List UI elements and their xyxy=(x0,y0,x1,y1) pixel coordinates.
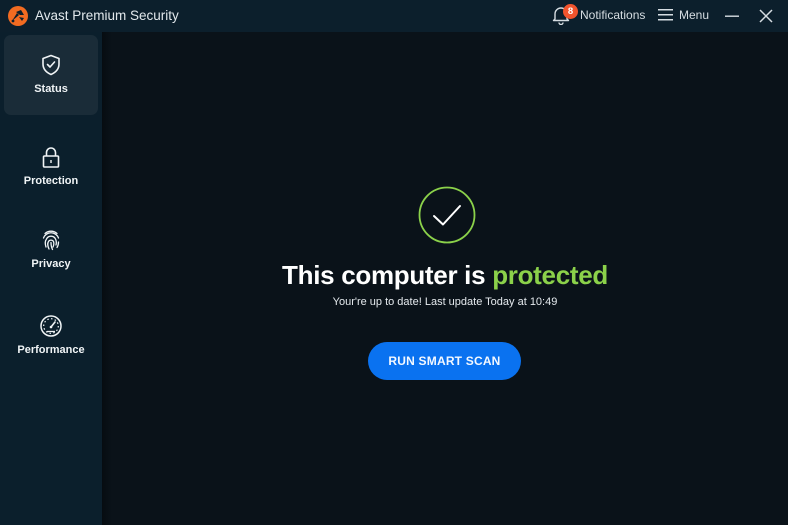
avast-logo-icon xyxy=(8,6,28,26)
notifications-label: Notifications xyxy=(580,8,646,22)
close-button[interactable] xyxy=(755,6,777,26)
close-icon xyxy=(759,9,773,23)
menu-label: Menu xyxy=(679,8,710,22)
shield-check-icon xyxy=(42,54,60,76)
title-bar: Avast Premium Security 8 Notifications M… xyxy=(0,0,788,32)
status-panel: This computer is protected Your're up to… xyxy=(102,32,788,525)
sidebar-item-status[interactable]: Status xyxy=(4,35,98,115)
sidebar-item-label: Performance xyxy=(17,344,85,356)
speedometer-icon xyxy=(40,315,62,337)
minimize-button[interactable] xyxy=(721,6,743,26)
fingerprint-icon xyxy=(42,230,60,251)
run-smart-scan-button[interactable]: RUN SMART SCAN xyxy=(368,342,521,380)
sidebar-item-label: Protection xyxy=(23,175,79,187)
last-update-text: Your're up to date! Last update Today at… xyxy=(332,296,558,308)
hamburger-icon xyxy=(658,9,673,21)
minimize-icon xyxy=(725,15,739,17)
status-headline: This computer is protected xyxy=(102,260,788,291)
protection-status: protected xyxy=(492,260,608,290)
sidebar-item-privacy[interactable]: Privacy xyxy=(4,210,98,290)
sidebar-item-performance[interactable]: Performance xyxy=(4,296,98,376)
sidebar-item-label: Privacy xyxy=(31,258,71,270)
headline-prefix: This computer is xyxy=(282,260,493,290)
bell-icon: 8 xyxy=(552,4,578,26)
notification-count-badge: 8 xyxy=(563,4,578,19)
notifications-button[interactable]: 8 Notifications xyxy=(552,4,646,26)
sidebar-item-label: Status xyxy=(34,83,68,95)
menu-button[interactable]: Menu xyxy=(658,8,709,22)
check-circle-icon xyxy=(418,186,476,244)
sidebar-item-protection[interactable]: Protection xyxy=(4,127,98,207)
lock-icon xyxy=(42,147,60,168)
sidebar: Status Protection Privacy Performance xyxy=(0,32,102,525)
app-title: Avast Premium Security xyxy=(35,8,179,23)
